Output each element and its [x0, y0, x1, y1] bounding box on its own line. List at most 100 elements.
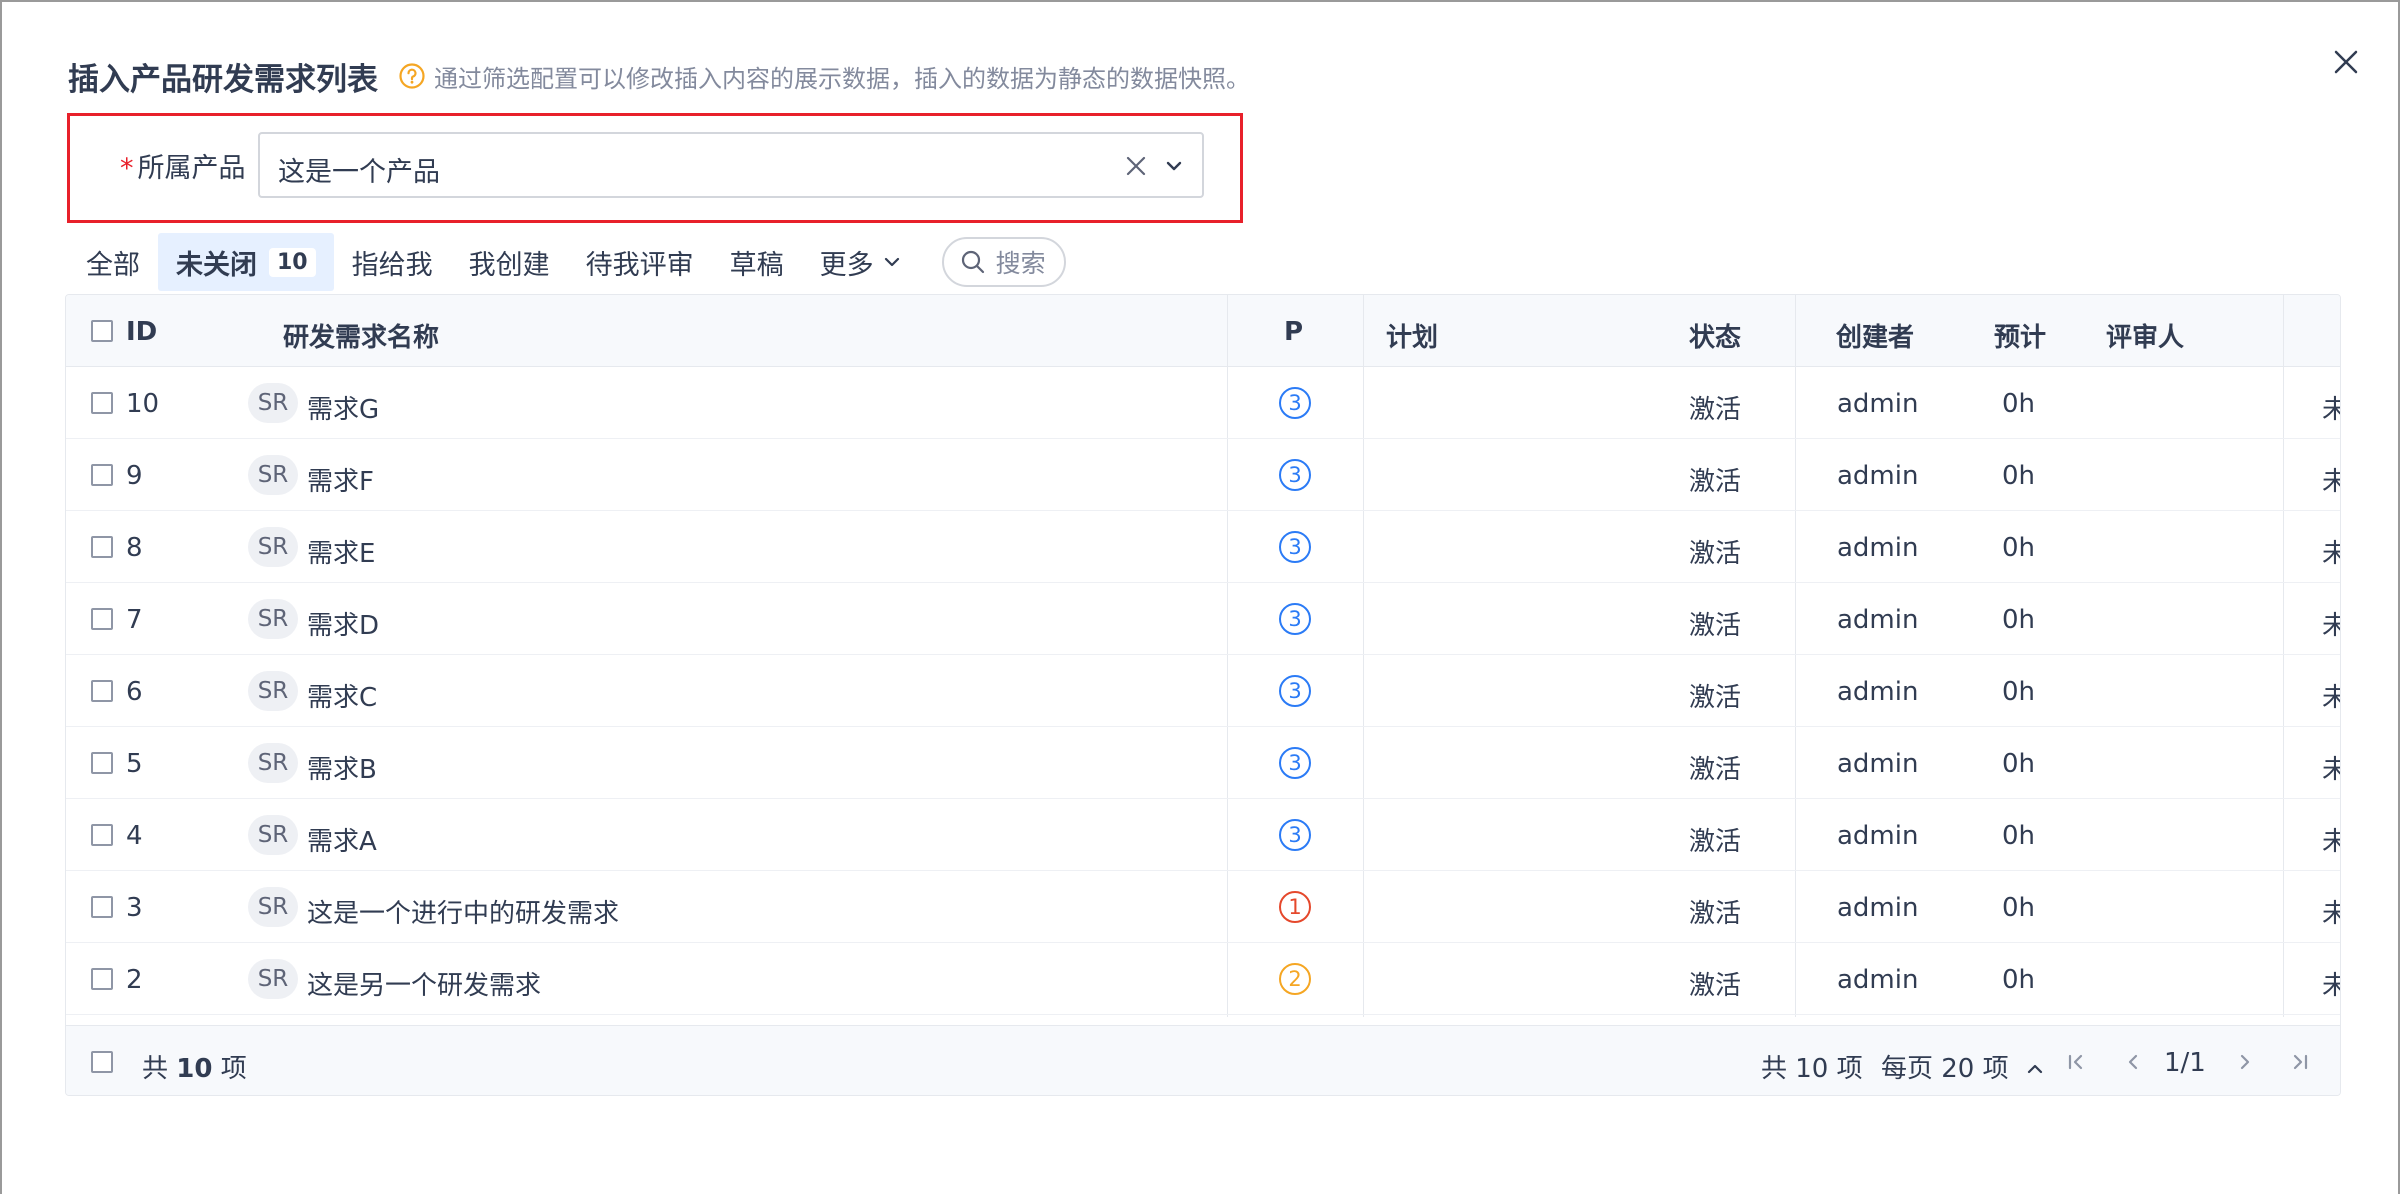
row-name[interactable]: 需求G: [307, 389, 379, 426]
column-header-name[interactable]: 研发需求名称: [283, 317, 439, 354]
tab-label: 指给我: [351, 249, 433, 281]
row-name[interactable]: 需求C: [307, 677, 377, 714]
pager-page: 1/1: [2164, 1048, 2206, 1078]
prev-page-icon[interactable]: [2121, 1050, 2145, 1074]
tab-label: 草稿: [729, 249, 784, 281]
select-all-checkbox[interactable]: [91, 320, 113, 342]
close-icon: [2334, 50, 2358, 74]
row-status: 激活: [1689, 467, 1742, 497]
chevron-down-icon[interactable]: [1162, 154, 1186, 178]
product-label-text: 所属产品: [137, 153, 246, 184]
table-row[interactable]: 7 SR需求D 3 激活 admin 0h 未: [66, 583, 2340, 655]
column-header-estimate[interactable]: 预计: [1994, 317, 2046, 354]
last-page-icon[interactable]: [2288, 1050, 2312, 1074]
row-creator: admin: [1837, 461, 1919, 491]
row-checkbox[interactable]: [91, 824, 113, 846]
row-checkbox[interactable]: [91, 536, 113, 558]
row-estimate: 0h: [2002, 461, 2036, 491]
row-name[interactable]: 需求B: [307, 749, 377, 786]
column-header-plan[interactable]: 计划: [1386, 317, 1438, 354]
row-name[interactable]: 需求E: [307, 533, 375, 570]
tab-all[interactable]: 全部: [68, 233, 158, 291]
chevron-up-icon: [2027, 1064, 2042, 1074]
tab-unclosed[interactable]: 未关闭 10: [158, 233, 334, 291]
row-checkbox[interactable]: [91, 752, 113, 774]
type-badge: SR: [248, 455, 298, 495]
row-status: 激活: [1689, 395, 1742, 425]
priority-badge: 3: [1279, 603, 1311, 635]
priority-badge: 2: [1279, 963, 1311, 995]
row-status: 激活: [1689, 971, 1742, 1001]
priority-badge: 3: [1279, 747, 1311, 779]
next-page-icon[interactable]: [2233, 1050, 2257, 1074]
column-header-priority[interactable]: P: [1284, 317, 1303, 347]
question-circle-icon[interactable]: [398, 62, 426, 90]
dialog-header: 插入产品研发需求列表 通过筛选配置可以修改插入内容的展示数据，插入的数据为静态的…: [68, 56, 1250, 98]
row-truncated-cell: 未: [2322, 677, 2340, 714]
row-truncated-cell: 未: [2322, 893, 2340, 930]
tab-pending-review[interactable]: 待我评审: [568, 233, 712, 291]
row-truncated-cell: 未: [2322, 821, 2340, 858]
row-checkbox[interactable]: [91, 392, 113, 414]
pager-per-page[interactable]: 每页 20 项: [1881, 1048, 2045, 1085]
product-select[interactable]: 这是一个产品: [258, 132, 1204, 198]
filter-tabs: 全部 未关闭 10 指给我 我创建 待我评审 草稿 更多 搜索: [68, 233, 1066, 291]
table-row[interactable]: 8 SR需求E 3 激活 admin 0h 未: [66, 511, 2340, 583]
tab-label: 未关闭: [176, 249, 257, 281]
type-badge: SR: [248, 671, 298, 711]
table-row[interactable]: 6 SR需求C 3 激活 admin 0h 未: [66, 655, 2340, 727]
tab-more[interactable]: 更多: [802, 233, 920, 291]
column-header-reviewer[interactable]: 评审人: [2106, 317, 2184, 354]
row-id: 6: [126, 677, 143, 707]
table-row[interactable]: 4 SR需求A 3 激活 admin 0h 未: [66, 799, 2340, 871]
type-badge: SR: [248, 959, 298, 999]
table-row[interactable]: 9 SR需求F 3 激活 admin 0h 未: [66, 439, 2340, 511]
dialog-title: 插入产品研发需求列表: [68, 61, 378, 98]
row-truncated-cell: 未: [2322, 461, 2340, 498]
row-status: 激活: [1689, 611, 1742, 641]
tab-drafts[interactable]: 草稿: [712, 233, 802, 291]
row-name[interactable]: 这是一个进行中的研发需求: [307, 893, 619, 930]
row-creator: admin: [1837, 749, 1919, 779]
first-page-icon[interactable]: [2064, 1050, 2088, 1074]
column-header-id[interactable]: ID: [126, 317, 157, 347]
tab-created-by-me[interactable]: 我创建: [451, 233, 568, 291]
per-page-label: 每页 20 项: [1881, 1054, 2009, 1084]
row-estimate: 0h: [2002, 893, 2036, 923]
row-truncated-cell: 未: [2322, 749, 2340, 786]
table-row[interactable]: 10 SR需求G 3 激活 admin 0h 未: [66, 367, 2340, 439]
type-badge: SR: [248, 383, 298, 423]
table-row[interactable]: 5 SR需求B 3 激活 admin 0h 未: [66, 727, 2340, 799]
required-mark: *: [120, 153, 134, 184]
row-truncated-cell: 未: [2322, 389, 2340, 426]
row-checkbox[interactable]: [91, 464, 113, 486]
chevron-down-icon: [884, 257, 899, 267]
row-estimate: 0h: [2002, 533, 2036, 563]
column-header-creator[interactable]: 创建者: [1836, 317, 1914, 354]
row-name[interactable]: 需求D: [307, 605, 379, 642]
search-button[interactable]: 搜索: [941, 237, 1066, 287]
search-label: 搜索: [995, 249, 1046, 278]
column-header-status[interactable]: 状态: [1689, 317, 1741, 354]
tab-assigned-to-me[interactable]: 指给我: [334, 233, 451, 291]
row-status: 激活: [1689, 755, 1742, 785]
row-id: 8: [126, 533, 143, 563]
priority-badge: 3: [1279, 819, 1311, 851]
row-checkbox[interactable]: [91, 608, 113, 630]
row-id: 5: [126, 749, 143, 779]
table-row[interactable]: 2 SR这是另一个研发需求 2 激活 admin 0h 未: [66, 943, 2340, 1015]
priority-badge: 1: [1279, 891, 1311, 923]
row-checkbox[interactable]: [91, 680, 113, 702]
footer-select-checkbox[interactable]: [91, 1051, 113, 1073]
row-creator: admin: [1837, 893, 1919, 923]
row-name[interactable]: 这是另一个研发需求: [307, 965, 541, 1002]
row-creator: admin: [1837, 821, 1919, 851]
row-checkbox[interactable]: [91, 968, 113, 990]
row-checkbox[interactable]: [91, 896, 113, 918]
table-row[interactable]: 3 SR这是一个进行中的研发需求 1 激活 admin 0h 未: [66, 871, 2340, 943]
close-button[interactable]: [2326, 42, 2366, 82]
clear-icon[interactable]: [1122, 152, 1150, 180]
row-estimate: 0h: [2002, 605, 2036, 635]
row-name[interactable]: 需求A: [307, 821, 377, 858]
row-name[interactable]: 需求F: [307, 461, 374, 498]
